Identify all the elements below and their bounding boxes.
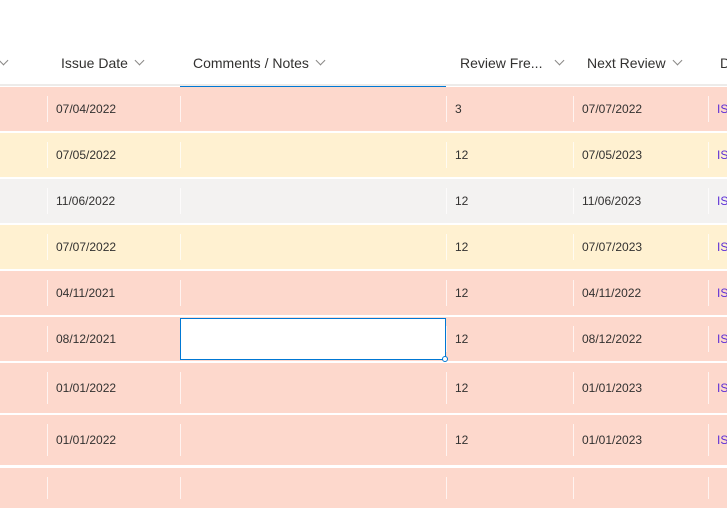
document-link[interactable]: IS [708,87,727,131]
issue-date-cell: 04/11/2021 [56,286,116,300]
chevron-down-icon [672,55,683,66]
review-frequency-cell: 3 [455,102,462,116]
next-review-cell: 08/12/2022 [582,332,643,346]
review-frequency-cell: 12 [455,286,469,300]
table-row[interactable]: 07/04/2022 3 07/07/2022 IS [0,87,727,131]
issue-date-cell: 01/01/2022 [56,433,117,447]
comments-cell [180,133,189,177]
document-link[interactable]: IS [708,363,727,413]
column-label: Next Review [587,55,666,71]
comments-cell [180,179,189,223]
next-review-cell: 01/01/2023 [582,381,643,395]
issue-date-cell: 08/12/2021 [56,332,117,346]
issue-date-cell: 01/01/2022 [56,381,117,395]
table-row[interactable]: 07/07/2022 12 07/07/2023 IS [0,225,727,269]
comments-cell [180,271,189,315]
chevron-down-icon [555,55,565,66]
document-link[interactable]: IS [708,271,727,315]
document-link[interactable]: IS [708,317,727,361]
column-header-d[interactable]: D [720,40,727,86]
chevron-down-icon [134,55,145,66]
column-label: Comments / Notes [193,55,309,71]
next-review-cell: 01/01/2023 [582,433,643,447]
document-link[interactable]: IS [708,179,727,223]
review-frequency-cell: 12 [455,381,469,395]
comments-edit-cell[interactable] [180,318,448,362]
issue-date-cell: 07/05/2022 [56,148,117,162]
table-row[interactable]: 01/01/2022 12 01/01/2023 IS [0,363,727,413]
next-review-cell: 04/11/2022 [582,286,642,300]
document-link[interactable] [708,468,717,508]
column-header-review-frequency[interactable]: Review Fre... [460,40,565,86]
column-label: Review Fre... [460,55,543,71]
document-link[interactable]: IS [708,133,727,177]
comments-cell [180,87,189,131]
table-row[interactable]: 04/11/2021 12 04/11/2022 IS [0,271,727,315]
next-review-cell: 07/05/2023 [582,148,643,162]
review-frequency-cell: 12 [455,332,469,346]
column-header-next-review[interactable]: Next Review [587,40,683,86]
column-label: Issue Date [61,55,128,71]
issue-date-cell: 11/06/2022 [56,194,116,208]
table-row[interactable]: 07/05/2022 12 07/05/2023 IS [0,133,727,177]
next-review-cell [573,468,582,508]
next-review-cell: 07/07/2022 [582,102,643,116]
next-review-cell: 11/06/2023 [582,194,642,208]
document-link[interactable]: IS [708,225,727,269]
column-header-issue-date[interactable]: Issue Date [61,40,145,86]
document-link[interactable]: IS [708,415,727,465]
review-frequency-cell: 12 [455,240,469,254]
comments-cell [180,468,189,508]
column-header-row: Issue Date Comments / Notes Review Fre..… [0,40,727,88]
issue-date-cell [47,468,56,508]
resize-handle[interactable] [442,356,448,362]
chevron-down-icon [315,55,326,66]
table-row[interactable]: 11/06/2022 12 11/06/2023 IS [0,179,727,223]
comments-cell [180,415,189,465]
review-frequency-cell: 12 [455,148,469,162]
table-row[interactable] [0,468,727,508]
column-header-comments[interactable]: Comments / Notes [180,40,446,88]
comments-cell [180,225,189,269]
prev-column-header[interactable] [0,40,9,86]
issue-date-cell: 07/04/2022 [56,102,117,116]
table-row[interactable]: 01/01/2022 12 01/01/2023 IS [0,415,727,465]
comments-cell [180,363,189,413]
review-frequency-cell: 12 [455,433,469,447]
chevron-down-icon [0,55,9,66]
issue-date-cell: 07/07/2022 [56,240,117,254]
review-frequency-cell: 12 [455,194,469,208]
next-review-cell: 07/07/2023 [582,240,643,254]
review-frequency-cell [446,468,455,508]
column-label: D [720,55,727,71]
